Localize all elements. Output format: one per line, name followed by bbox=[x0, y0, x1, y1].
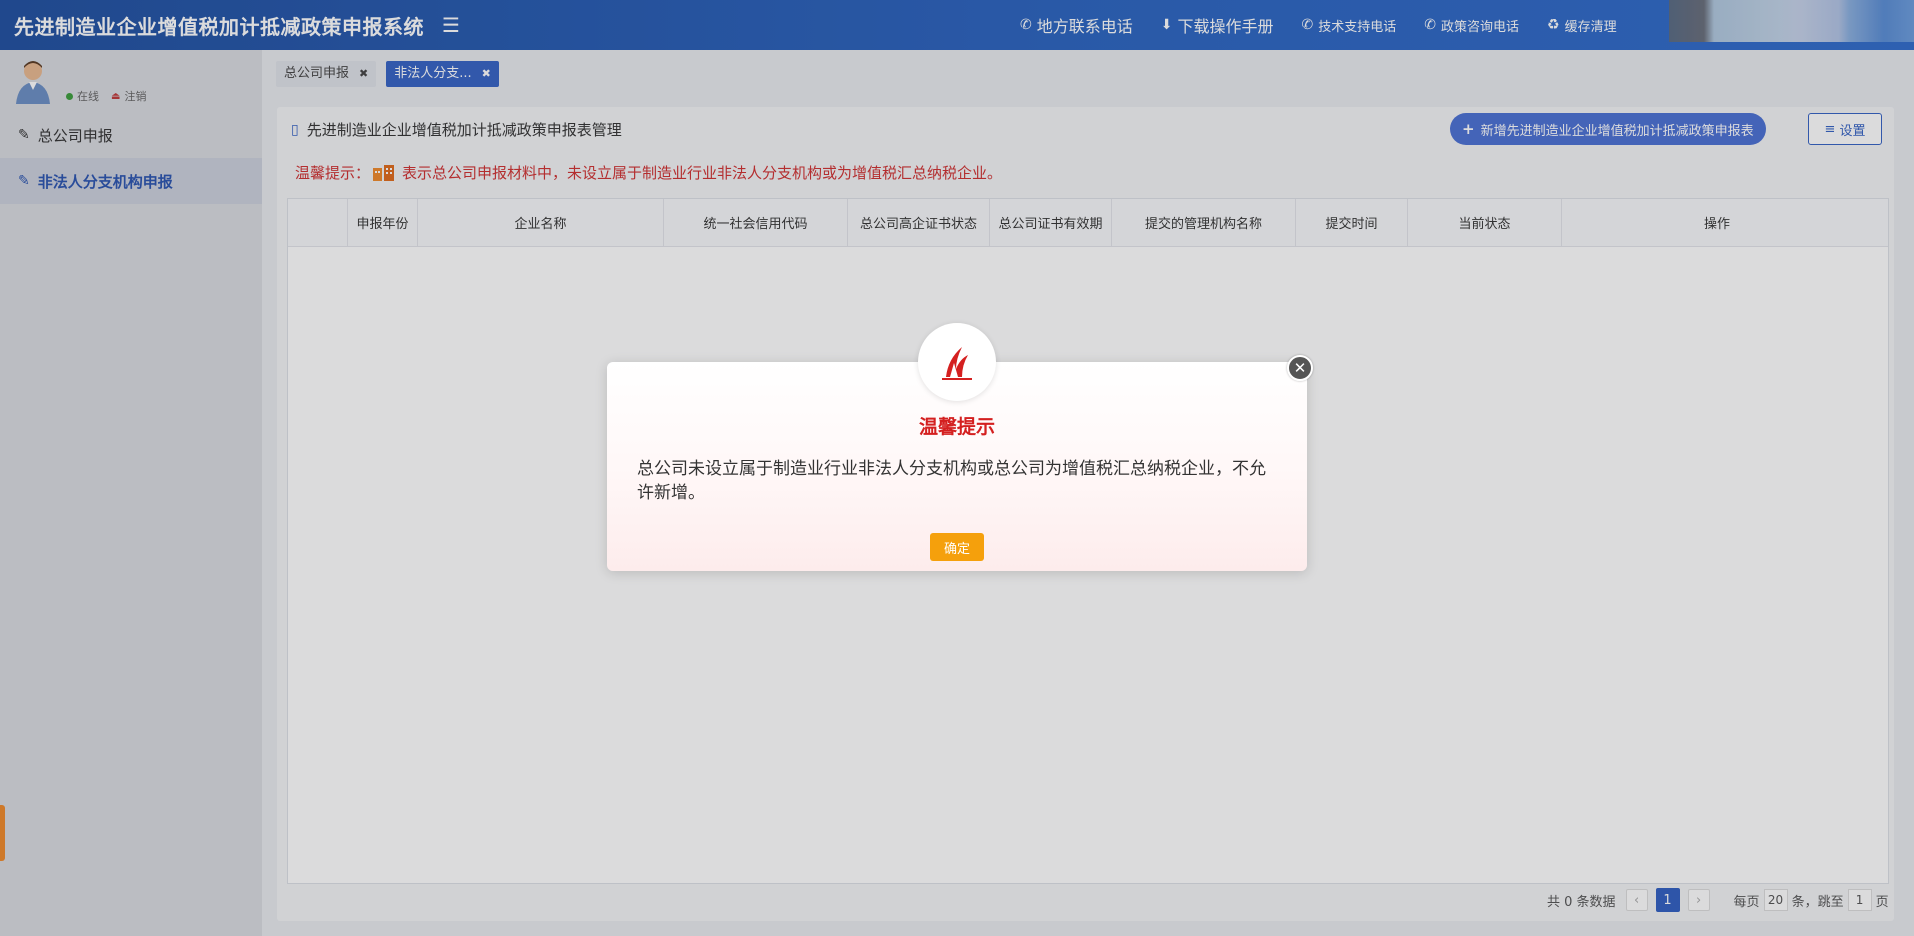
tax-logo-graphic bbox=[942, 347, 972, 380]
tax-logo-icon bbox=[918, 323, 996, 401]
close-icon[interactable]: ✕ bbox=[1287, 355, 1313, 381]
dialog-title: 温馨提示 bbox=[918, 416, 995, 438]
dialog-message: 总公司未设立属于制造业行业非法人分支机构或总公司为增值税汇总纳税企业，不允许新增… bbox=[637, 459, 1266, 503]
confirm-button[interactable]: 确定 bbox=[930, 533, 984, 561]
warning-dialog: ✕ 温馨提示 总公司未设立属于制造业行业非法人分支机构或总公司为增值税汇总纳税企… bbox=[607, 323, 1313, 571]
